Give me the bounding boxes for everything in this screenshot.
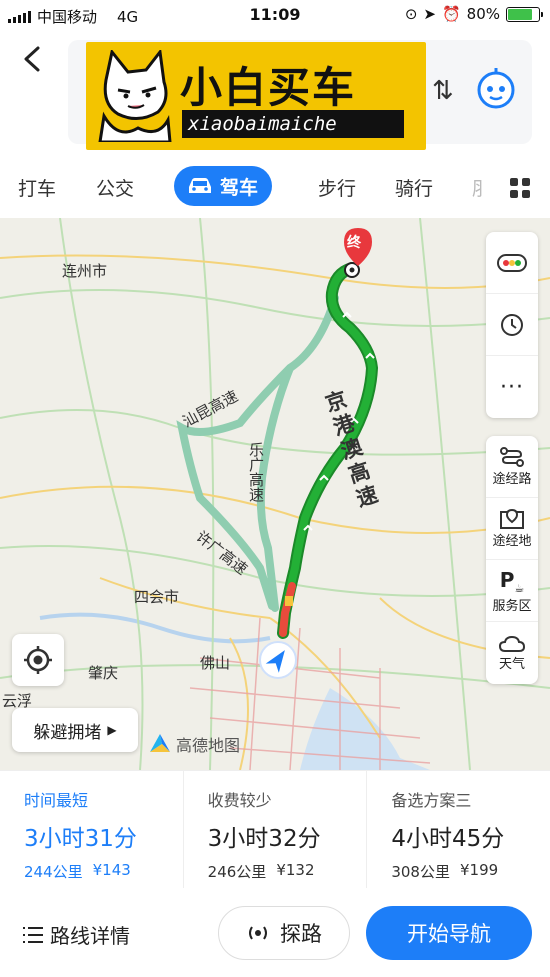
route-options-panel: 途经路 途经地 P☕ 服务区 天气 xyxy=(486,436,538,684)
via-place-label: 途经地 xyxy=(492,534,532,549)
history-button[interactable] xyxy=(486,294,538,356)
battery-percent: 80% xyxy=(466,5,500,23)
via-road-icon xyxy=(500,447,524,467)
road-label: 乐广高速 xyxy=(247,442,265,502)
place-label: 佛山 xyxy=(200,654,231,672)
location-arrow-icon: ➤ xyxy=(423,5,436,23)
more-modes-grid-icon[interactable] xyxy=(508,176,532,200)
rotation-lock-icon: ⊙ xyxy=(404,5,418,23)
battery-icon xyxy=(506,6,543,22)
back-arrow-icon[interactable] xyxy=(18,44,48,74)
history-icon xyxy=(501,313,523,336)
service-area-label: 服务区 xyxy=(492,598,532,614)
service-area-button[interactable]: P☕ 服务区 xyxy=(486,560,538,622)
plan-duration: 3小时32分 xyxy=(207,826,321,852)
locate-me-button[interactable] xyxy=(12,634,64,686)
cloud-icon xyxy=(498,635,526,652)
car-icon xyxy=(189,178,211,193)
plan-toll: ¥132 xyxy=(276,861,315,879)
plan-duration: 4小时45分 xyxy=(391,826,505,852)
map-brand: 高德地图 xyxy=(148,732,240,756)
via-road-button[interactable]: 途经路 xyxy=(486,436,538,498)
map-tools-panel: ··· xyxy=(486,232,538,418)
map-brand-label: 高德地图 xyxy=(176,736,241,755)
watermark-logo: 小白买车 xiaobaimaiche xyxy=(86,42,426,150)
broadcast-icon xyxy=(249,926,267,940)
tab-walk[interactable]: 步行 xyxy=(318,174,356,201)
swap-icon[interactable]: ⇅ xyxy=(432,76,454,106)
plan-toll: ¥143 xyxy=(92,861,131,879)
alarm-icon: ⏰ xyxy=(441,5,461,23)
tab-taxi[interactable]: 打车 xyxy=(18,174,56,201)
route-plan-fastest[interactable]: 时间最短 3小时31分 244公里 ¥143 xyxy=(0,771,184,888)
avoid-congestion-button[interactable]: 躲避拥堵 ▶ xyxy=(12,708,138,752)
bottom-action-bar: 路线详情 探路 开始导航 xyxy=(0,890,550,977)
service-area-icon: P☕ xyxy=(499,567,525,595)
tab-bike[interactable]: 骑行 xyxy=(395,174,433,201)
route-plans: 时间最短 3小时31分 244公里 ¥143 收费较少 3小时32分 246公里 ¥… xyxy=(0,770,550,888)
tab-partial-hidden[interactable]: ⺼ xyxy=(472,174,491,201)
route-detail-label: 路线详情 xyxy=(50,924,130,948)
place-label: 肇庆 xyxy=(88,664,119,682)
plan-duration: 3小时31分 xyxy=(24,826,137,852)
crosshair-icon xyxy=(24,646,52,674)
start-navigation-button[interactable]: 开始导航 xyxy=(366,906,532,960)
more-icon: ··· xyxy=(500,374,524,400)
traffic-icon xyxy=(497,253,527,272)
map-canvas xyxy=(0,218,550,770)
tab-transit[interactable]: 公交 xyxy=(96,174,134,201)
more-button[interactable]: ··· xyxy=(486,356,538,418)
plan-distance: 246公里 xyxy=(207,863,267,881)
probe-route-label: 探路 xyxy=(280,922,322,946)
place-label: 连州市 xyxy=(62,262,108,280)
logo-subtitle: xiaobaimaiche xyxy=(182,110,404,138)
map-view[interactable]: 连州市 四会市 肇庆 佛山 云浮 京港澳高速 汕昆高速 乐广高速 许广高速 终 … xyxy=(0,218,550,770)
plan-toll: ¥199 xyxy=(459,861,499,879)
weather-button[interactable]: 天气 xyxy=(486,622,538,684)
plan-distance: 244公里 xyxy=(24,863,83,881)
triangle-right-icon: ▶ xyxy=(107,723,117,737)
place-label: 四会市 xyxy=(134,588,180,606)
status-bar: 中国移动 4G 11:09 ⊙ ➤ ⏰ 80% xyxy=(0,0,550,32)
route-plan-cheaper[interactable]: 收费较少 3小时32分 246公里 ¥132 xyxy=(184,771,368,888)
weather-label: 天气 xyxy=(498,656,525,672)
amap-logo-icon xyxy=(150,734,170,752)
plan-label: 时间最短 xyxy=(24,791,89,810)
traffic-toggle[interactable] xyxy=(486,232,538,294)
via-road-label: 途经路 xyxy=(492,472,532,487)
plan-distance: 308公里 xyxy=(391,863,450,881)
probe-route-button[interactable]: 探路 xyxy=(218,906,350,960)
plan-label: 收费较少 xyxy=(207,791,272,810)
route-detail-button[interactable]: 路线详情 xyxy=(22,920,130,949)
avoid-congestion-label: 躲避拥堵 xyxy=(33,722,102,743)
via-place-icon xyxy=(500,508,524,529)
assistant-icon[interactable] xyxy=(474,66,518,110)
tab-drive-label: 驾车 xyxy=(220,176,259,199)
route-plan-alternative[interactable]: 备选方案三 4小时45分 308公里 ¥199 xyxy=(367,771,550,888)
current-location-icon xyxy=(259,641,297,679)
start-navigation-label: 开始导航 xyxy=(407,922,491,946)
destination-marker-label: 终 xyxy=(347,235,361,251)
route-header: 小白买车 xiaobaimaiche ⇅ xyxy=(0,32,550,157)
via-place-button[interactable]: 途经地 xyxy=(486,498,538,560)
transport-mode-tabs: 打车 公交 驾车 步行 骑行 ⺼ xyxy=(0,160,550,216)
cat-mascot-icon xyxy=(98,50,172,142)
logo-title: 小白买车 xyxy=(180,63,357,112)
plan-label: 备选方案三 xyxy=(391,791,472,810)
tab-drive[interactable]: 驾车 xyxy=(174,166,273,206)
list-icon xyxy=(23,926,43,943)
